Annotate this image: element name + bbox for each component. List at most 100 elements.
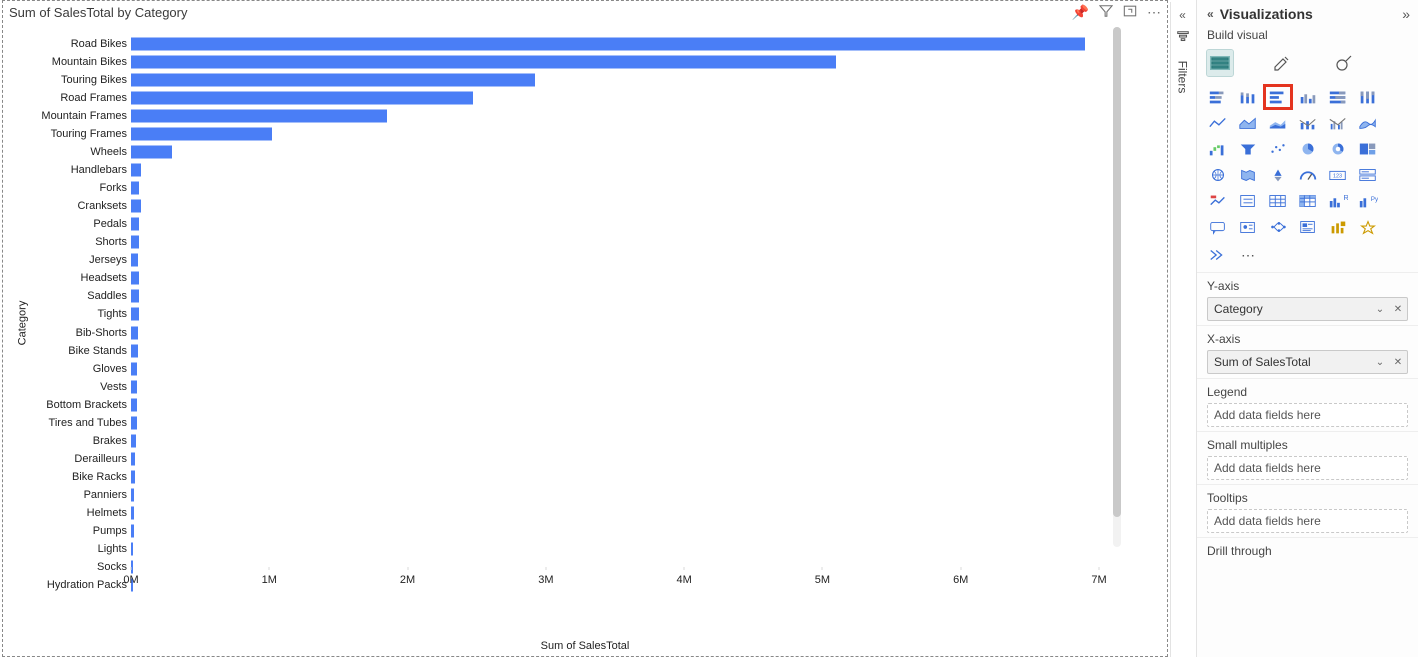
bar-rect[interactable] xyxy=(131,470,135,483)
bar-row[interactable]: Lights xyxy=(131,540,1099,558)
viz-decomposition[interactable] xyxy=(1265,216,1291,238)
legend-well[interactable]: Add data fields here xyxy=(1207,403,1408,427)
viz-stacked-column[interactable] xyxy=(1235,86,1261,108)
viz-stacked-bar[interactable] xyxy=(1205,86,1231,108)
bar-rect[interactable] xyxy=(131,344,138,357)
bar-row[interactable]: Jerseys xyxy=(131,251,1099,269)
bar-rect[interactable] xyxy=(131,434,136,447)
chevron-left-icon[interactable]: « xyxy=(1207,7,1214,21)
bar-rect[interactable] xyxy=(131,200,141,213)
viz-100-stacked-column[interactable] xyxy=(1355,86,1381,108)
viz-matrix[interactable] xyxy=(1295,190,1321,212)
viz-filled-map[interactable] xyxy=(1235,164,1261,186)
viz-waterfall[interactable] xyxy=(1205,138,1231,160)
bar-row[interactable]: Headsets xyxy=(131,269,1099,287)
viz-azure-map[interactable] xyxy=(1265,164,1291,186)
bar-row[interactable]: Touring Frames xyxy=(131,125,1099,143)
viz-ribbon[interactable] xyxy=(1355,112,1381,134)
bar-row[interactable]: Derailleurs xyxy=(131,450,1099,468)
viz-funnel[interactable] xyxy=(1235,138,1261,160)
viz-scatter[interactable] xyxy=(1265,138,1291,160)
bar-plot[interactable]: Road BikesMountain BikesTouring BikesRoa… xyxy=(131,35,1099,594)
viz-more-options[interactable]: ⋯ xyxy=(1235,244,1261,266)
bar-rect[interactable] xyxy=(131,74,535,87)
bar-rect[interactable] xyxy=(131,290,139,303)
bar-rect[interactable] xyxy=(131,380,137,393)
pin-icon[interactable]: 📌 xyxy=(1072,4,1089,21)
viz-pie[interactable] xyxy=(1295,138,1321,160)
viz-get-more[interactable] xyxy=(1355,216,1381,238)
bar-row[interactable]: Helmets xyxy=(131,504,1099,522)
bar-row[interactable]: Pumps xyxy=(131,522,1099,540)
bar-row[interactable]: Tires and Tubes xyxy=(131,414,1099,432)
bar-row[interactable]: Vests xyxy=(131,378,1099,396)
bar-row[interactable]: Handlebars xyxy=(131,161,1099,179)
collapse-icon[interactable]: « xyxy=(1179,8,1186,22)
y-axis-field[interactable]: Category ⌄ ✕ xyxy=(1207,297,1408,321)
viz-line-stacked-column[interactable] xyxy=(1295,112,1321,134)
bar-rect[interactable] xyxy=(131,362,137,375)
bar-rect[interactable] xyxy=(131,236,139,249)
bar-rect[interactable] xyxy=(131,92,473,105)
viz-area[interactable] xyxy=(1235,112,1261,134)
viz-power-automate[interactable] xyxy=(1205,244,1231,266)
viz-smart-narrative[interactable] xyxy=(1295,216,1321,238)
bar-row[interactable]: Mountain Frames xyxy=(131,107,1099,125)
bar-row[interactable]: Bike Stands xyxy=(131,342,1099,360)
bar-rect[interactable] xyxy=(131,398,137,411)
viz-py-visual[interactable]: Py xyxy=(1355,190,1381,212)
y-axis-field-menu[interactable]: ⌄ xyxy=(1371,298,1389,320)
bar-rect[interactable] xyxy=(131,488,134,501)
bar-row[interactable]: Gloves xyxy=(131,360,1099,378)
viz-stacked-area[interactable] xyxy=(1265,112,1291,134)
bar-rect[interactable] xyxy=(131,254,138,267)
viz-gauge[interactable] xyxy=(1295,164,1321,186)
x-axis-field[interactable]: Sum of SalesTotal ⌄ ✕ xyxy=(1207,350,1408,374)
viz-card[interactable]: 123 xyxy=(1325,164,1351,186)
bar-rect[interactable] xyxy=(131,452,135,465)
viz-kpi[interactable] xyxy=(1205,190,1231,212)
viz-paginated[interactable] xyxy=(1325,216,1351,238)
bar-row[interactable]: Bib-Shorts xyxy=(131,324,1099,342)
bar-rect[interactable] xyxy=(131,308,139,321)
bar-rect[interactable] xyxy=(131,110,387,123)
viz-donut[interactable] xyxy=(1325,138,1351,160)
bar-row[interactable]: Bottom Brackets xyxy=(131,396,1099,414)
vertical-scrollbar[interactable] xyxy=(1113,27,1121,547)
bar-rect[interactable] xyxy=(131,326,138,339)
more-options-icon[interactable]: ⋯ xyxy=(1147,4,1161,21)
tab-build-visual[interactable] xyxy=(1207,50,1233,76)
viz-clustered-column[interactable] xyxy=(1295,86,1321,108)
filters-pane-collapsed[interactable]: « Filters xyxy=(1170,2,1194,657)
x-axis-field-remove[interactable]: ✕ xyxy=(1389,351,1407,373)
bar-rect[interactable] xyxy=(131,182,139,195)
tab-format-visual[interactable] xyxy=(1269,50,1295,76)
viz-key-influencers[interactable] xyxy=(1235,216,1261,238)
bar-row[interactable]: Brakes xyxy=(131,432,1099,450)
viz-r-visual[interactable]: R xyxy=(1325,190,1351,212)
bar-rect[interactable] xyxy=(131,218,139,231)
viz-line-clustered-column[interactable] xyxy=(1325,112,1351,134)
bar-row[interactable]: Bike Racks xyxy=(131,468,1099,486)
tooltips-well[interactable]: Add data fields here xyxy=(1207,509,1408,533)
bar-rect[interactable] xyxy=(131,164,141,177)
viz-qna[interactable] xyxy=(1205,216,1231,238)
viz-multi-row-card[interactable] xyxy=(1355,164,1381,186)
x-axis-field-menu[interactable]: ⌄ xyxy=(1371,351,1389,373)
small-multiples-well[interactable]: Add data fields here xyxy=(1207,456,1408,480)
bar-row[interactable]: Forks xyxy=(131,179,1099,197)
bar-rect[interactable] xyxy=(131,524,134,537)
viz-map[interactable] xyxy=(1205,164,1231,186)
bar-rect[interactable] xyxy=(131,272,139,285)
viz-treemap[interactable] xyxy=(1355,138,1381,160)
viz-line[interactable] xyxy=(1205,112,1231,134)
bar-row[interactable]: Touring Bikes xyxy=(131,71,1099,89)
viz-table[interactable] xyxy=(1265,190,1291,212)
bar-row[interactable]: Cranksets xyxy=(131,197,1099,215)
bar-row[interactable]: Saddles xyxy=(131,287,1099,305)
y-axis-field-remove[interactable]: ✕ xyxy=(1389,298,1407,320)
bar-row[interactable]: Tights xyxy=(131,305,1099,323)
filter-icon[interactable] xyxy=(1099,4,1113,21)
viz-100-stacked-bar[interactable] xyxy=(1325,86,1351,108)
expand-pane-icon[interactable]: » xyxy=(1402,6,1410,22)
